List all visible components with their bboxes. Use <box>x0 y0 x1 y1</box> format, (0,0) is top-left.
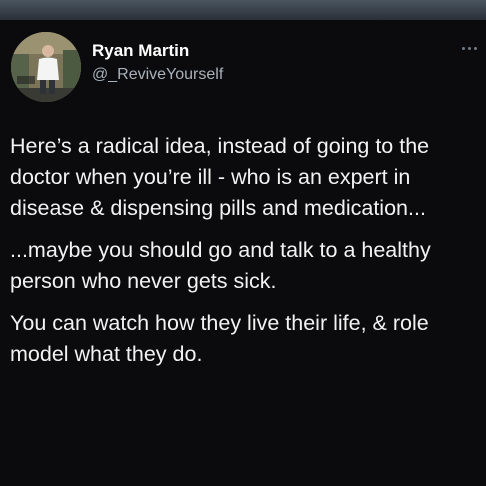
author-handle[interactable]: @_ReviveYourself <box>92 66 223 84</box>
tweet-text: Here’s a radical idea, instead of going … <box>10 131 480 381</box>
tweet-paragraph: You can watch how they live their life, … <box>10 311 429 366</box>
avatar-image <box>11 32 81 102</box>
more-dot <box>473 46 477 50</box>
more-dot <box>461 46 465 50</box>
tweet-paragraph: ...maybe you should go and talk to a hea… <box>10 238 431 293</box>
more-options-icon[interactable] <box>460 42 478 54</box>
top-strip <box>0 0 486 20</box>
tweet-paragraph: Here’s a radical idea, instead of going … <box>10 134 430 220</box>
more-dot <box>467 46 471 50</box>
avatar[interactable] <box>11 32 81 102</box>
author-name[interactable]: Ryan Martin <box>92 41 189 61</box>
